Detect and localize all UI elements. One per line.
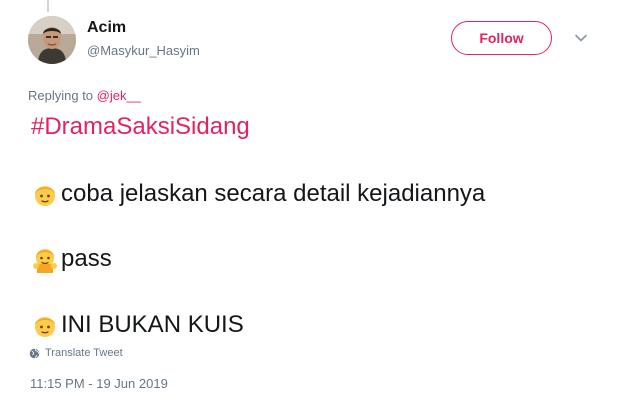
tweet-line: coba jelaskan secara detail kejadiannya — [31, 180, 485, 208]
person-blond-emoji — [31, 180, 59, 208]
tweet-line: pass — [31, 245, 112, 273]
tweet-line: INI BUKAN KUIS — [31, 311, 244, 339]
tweet-timestamp[interactable]: 11:15 PM - 19 Jun 2019 — [30, 376, 168, 391]
reply-mention-link[interactable]: @jek__ — [97, 88, 141, 103]
hashtag-link[interactable]: #DramaSaksiSidang — [31, 113, 250, 141]
follow-button[interactable]: Follow — [451, 21, 552, 55]
translate-tweet-label: Translate Tweet — [45, 347, 123, 359]
tweet-line-text: pass — [61, 245, 112, 272]
tweet-line-text: INI BUKAN KUIS — [61, 311, 244, 338]
replying-to-label: Replying to — [28, 88, 94, 103]
person-blond-emoji — [31, 311, 59, 339]
chevron-down-icon[interactable] — [574, 31, 588, 45]
avatar[interactable] — [28, 16, 76, 64]
user-handle[interactable]: @Masykur_Hasyim — [87, 43, 200, 58]
replying-to: Replying to @jek__ — [28, 88, 141, 103]
person-gesturing-ok-emoji — [31, 245, 59, 273]
translate-tweet-link[interactable]: Translate Tweet — [29, 347, 123, 359]
tweet-line-text: coba jelaskan secara detail kejadiannya — [61, 180, 486, 207]
globe-icon — [29, 348, 40, 359]
display-name[interactable]: Acim — [87, 19, 126, 37]
thread-connector-line — [47, 0, 49, 12]
